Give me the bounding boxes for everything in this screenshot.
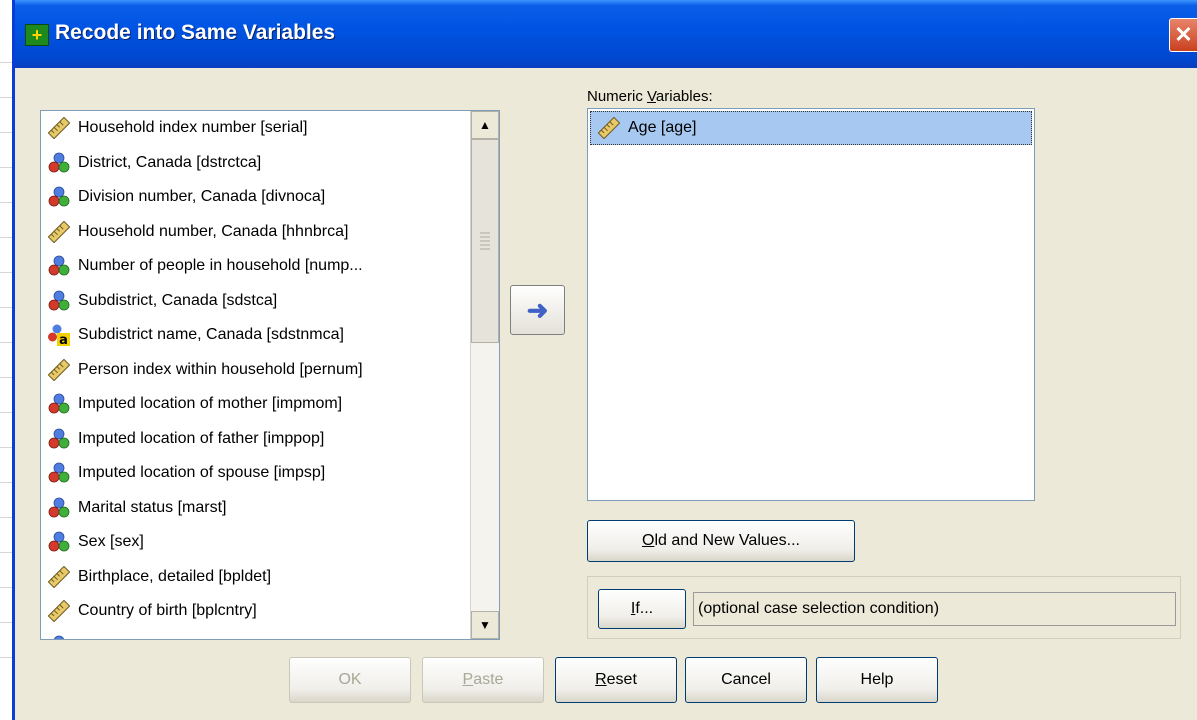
help-button[interactable]: Help [816,657,938,703]
variable-label: Imputed location of mother [impmom] [78,395,343,413]
variable-list-item[interactable]: District, Canada [dstrctca] [41,146,459,181]
old-and-new-values-button[interactable]: Old and New Values... [587,520,855,562]
variable-list-item[interactable]: Birthplace, detailed [bpldet] [41,560,459,595]
nominal-balls-icon [48,428,70,450]
window-title: Recode into Same Variables [55,21,336,44]
title-bar[interactable]: + Recode into Same Variables ✕ [15,0,1197,68]
recode-app-icon: + [25,24,49,46]
variable-label: Household number, Canada [hhnbrca] [78,222,349,240]
ok-button[interactable]: OK [289,657,411,703]
if-condition-field: (optional case selection condition) [693,592,1176,626]
numeric-variables-label: Numeric Variables: [587,88,713,105]
cancel-button[interactable]: Cancel [685,657,807,703]
string-nominal-icon: a [48,324,70,348]
variable-label: Division number, Canada [divnoca] [78,188,326,206]
variable-label: Marital status [marst] [78,498,227,516]
scale-ruler-icon [47,565,71,589]
scroll-up-button[interactable]: ▲ [471,111,499,139]
variable-list-item[interactable]: Sex [sex] [41,525,459,560]
numeric-variables-list[interactable]: Age [age] [587,108,1035,501]
variable-label: Person index within household [pernum] [78,360,363,378]
scale-ruler-icon [47,358,71,382]
variable-list-item[interactable]: Number of people in household [nump... [41,249,459,284]
source-variable-list[interactable]: Household index number [serial] District,… [40,110,500,640]
variable-label: Sex [sex] [78,533,144,551]
scroll-thumb[interactable] [471,139,499,343]
variable-label: District, Canada [dstrctca] [78,153,262,171]
move-variable-button[interactable]: ➜ [510,285,565,335]
scroll-down-button[interactable]: ▼ [471,611,499,639]
variable-list-item[interactable]: Imputed location of father [imppop] [41,422,459,457]
variable-list-item[interactable]: Person index within household [pernum] [41,353,459,388]
variable-label: Household index number [serial] [78,119,308,137]
variable-list-item[interactable]: Imputed location of spouse [impsp] [41,456,459,491]
close-button[interactable]: ✕ [1169,18,1197,52]
variable-label: Country of birth [bplcntry] [78,602,257,620]
recode-dialog: + Recode into Same Variables ✕ Household… [12,0,1197,720]
variable-label: Imputed location of spouse [impsp] [78,464,326,482]
variable-label: Birthplace, detailed [bpldet] [78,567,272,585]
nominal-balls-icon [48,255,70,277]
variable-list-item[interactable]: Marital status [marst] [41,491,459,526]
scale-ruler-icon [597,116,621,140]
variable-list-item[interactable]: Subdistrict, Canada [sdstca] [41,284,459,319]
nominal-balls-icon [48,531,70,553]
reset-button[interactable]: Reset [555,657,677,703]
scale-ruler-icon [47,599,71,623]
scale-ruler-icon [47,116,71,140]
nominal-balls-icon [48,462,70,484]
variable-list-item[interactable]: Division number, Canada [divnoca] [41,180,459,215]
nominal-balls-icon [48,393,70,415]
variable-list-item[interactable]: a Subdistrict name, Canada [sdstnmca] [41,318,459,353]
nominal-balls-icon [48,290,70,312]
nominal-balls-icon [48,497,70,519]
variable-label: Imputed location of father [imppop] [78,429,325,447]
variable-list-item[interactable]: Household index number [serial] [41,111,459,146]
variable-items: Household index number [serial] District,… [41,111,459,639]
svg-text:a: a [59,333,68,346]
variable-list-item-partial[interactable] [41,629,459,639]
scale-ruler-icon [47,220,71,244]
background-sheet [0,0,12,720]
variable-label: Number of people in household [nump... [78,257,363,275]
if-button[interactable]: If... [598,589,686,629]
vertical-scrollbar[interactable]: ▲ ▼ [470,111,499,639]
nominal-balls-icon [48,186,70,208]
variable-label: Subdistrict, Canada [sdstca] [78,291,278,309]
variable-label: Subdistrict name, Canada [sdstnmca] [78,326,344,344]
numeric-variable-label: Age [age] [628,119,697,136]
variable-list-item[interactable]: Country of birth [bplcntry] [41,594,459,629]
nominal-balls-icon [48,635,70,639]
nominal-balls-icon [48,152,70,174]
paste-button[interactable]: Paste [422,657,544,703]
numeric-variable-item[interactable]: Age [age] [590,111,1032,145]
variable-list-item[interactable]: Imputed location of mother [impmom] [41,387,459,422]
variable-list-item[interactable]: Household number, Canada [hhnbrca] [41,215,459,250]
